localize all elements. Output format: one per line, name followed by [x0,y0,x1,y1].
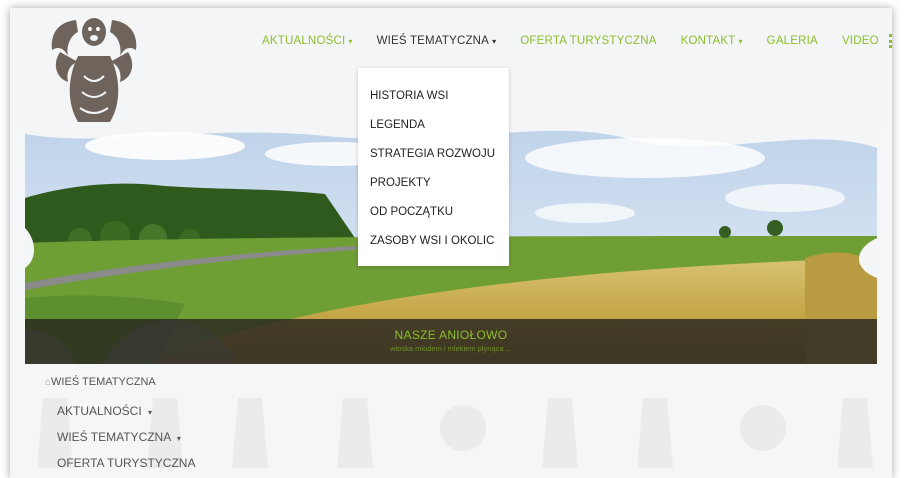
hamburger-icon[interactable] [888,34,892,48]
nav-item-label: OFERTA TURYSTYCZNA [520,35,657,47]
submenu-item-aktualnosci[interactable]: AKTUALNOŚCI ▾ [57,404,152,418]
dropdown-menu-wies-tematyczna: HISTORIA WSI LEGENDA STRATEGIA ROZWOJU P… [358,68,509,266]
nav-item-aktualnosci[interactable]: AKTUALNOŚCI ▾ [250,22,365,60]
browser-viewport: AKTUALNOŚCI ▾ WIEŚ TEMATYCZNA ▾ OFERTA T… [10,8,892,478]
nav-item-label: KONTAKT [680,35,736,47]
breadcrumb-current: WIEŚ TEMATYCZNA [51,376,156,388]
angel-logo[interactable] [48,16,140,126]
nav-item-label: GALERIA [766,35,818,47]
dropdown-item-legenda[interactable]: LEGENDA [370,119,425,131]
submenu-item-label: OFERTA TURYSTYCZNA [57,456,196,470]
chevron-down-icon: ▾ [176,434,181,443]
chevron-down-icon: ▾ [492,36,497,46]
submenu-item-label: AKTUALNOŚCI [57,404,142,418]
dropdown-item-zasoby-wsi-i-okolic[interactable]: ZASOBY WSI I OKOLIC [370,235,494,247]
nav-item-wies-tematyczna[interactable]: WIEŚ TEMATYCZNA ▾ [365,22,509,60]
dropdown-item-od-poczatku[interactable]: OD POCZĄTKU [370,206,453,218]
angel-watermark-icon [637,398,673,468]
decorative-circle [25,329,77,364]
decorative-circle [101,320,239,364]
chevron-down-icon: ▾ [348,36,353,46]
angel-watermark-icon [542,398,578,468]
angel-watermark-icon [740,405,786,451]
chevron-down-icon: ▾ [738,36,743,46]
nav-item-video[interactable]: VIDEO [830,22,883,60]
nav-item-kontakt[interactable]: KONTAKT ▾ [669,22,755,60]
angel-watermark-icon [337,398,373,468]
angel-watermark-icon [440,405,486,451]
angel-watermark-icon [232,398,268,468]
submenu-item-wies-tematyczna[interactable]: WIEŚ TEMATYCZNA ▾ [57,430,181,444]
dropdown-item-strategia-rozwoju[interactable]: STRATEGIA ROZWOJU [370,148,495,160]
content-area: ⌂WIEŚ TEMATYCZNA AKTUALNOŚCI ▾ WIEŚ TEMA… [25,364,877,478]
submenu-item-label: WIEŚ TEMATYCZNA [57,430,171,444]
angel-watermark-icon [837,398,873,468]
breadcrumb: ⌂WIEŚ TEMATYCZNA [45,376,156,388]
nav-item-label: VIDEO [841,35,879,47]
nav-item-galeria[interactable]: GALERIA [755,22,830,60]
main-nav: AKTUALNOŚCI ▾ WIEŚ TEMATYCZNA ▾ OFERTA T… [250,22,892,60]
nav-item-oferta-turystyczna[interactable]: OFERTA TURYSTYCZNA [508,22,668,60]
dropdown-item-historia-wsi[interactable]: HISTORIA WSI [370,90,448,102]
nav-item-label: WIEŚ TEMATYCZNA [376,35,490,47]
submenu-item-oferta-turystyczna[interactable]: OFERTA TURYSTYCZNA [57,456,195,470]
chevron-down-icon: ▾ [148,408,153,417]
nav-item-label: AKTUALNOŚCI [262,35,346,47]
dropdown-item-projekty[interactable]: PROJEKTY [370,177,431,189]
